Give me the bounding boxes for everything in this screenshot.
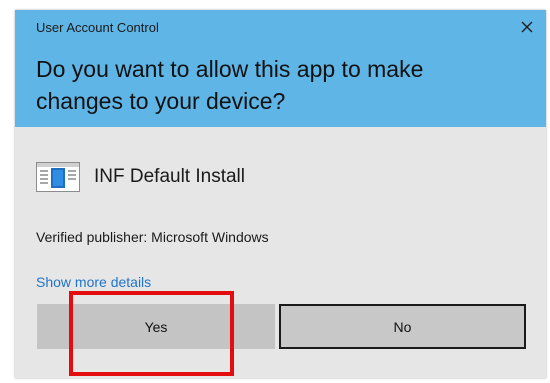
publisher-label: Verified publisher: Microsoft Windows xyxy=(36,229,269,245)
show-more-details-link[interactable]: Show more details xyxy=(36,274,151,290)
close-icon xyxy=(521,21,533,33)
no-button-label: No xyxy=(393,318,412,335)
no-button[interactable]: No xyxy=(279,304,526,349)
yes-button-label: Yes xyxy=(144,318,168,335)
prompt-question: Do you want to allow this app to make ch… xyxy=(36,56,424,114)
app-name: INF Default Install xyxy=(94,166,245,187)
uac-dialog: User Account Control Do you want to allo… xyxy=(15,10,546,378)
close-button[interactable] xyxy=(513,14,541,40)
yes-button[interactable]: Yes xyxy=(37,304,275,349)
app-info: INF Default Install xyxy=(36,160,245,194)
window-title: User Account Control xyxy=(36,20,159,35)
dialog-header: User Account Control Do you want to allo… xyxy=(15,10,546,127)
app-window-icon xyxy=(36,162,80,192)
